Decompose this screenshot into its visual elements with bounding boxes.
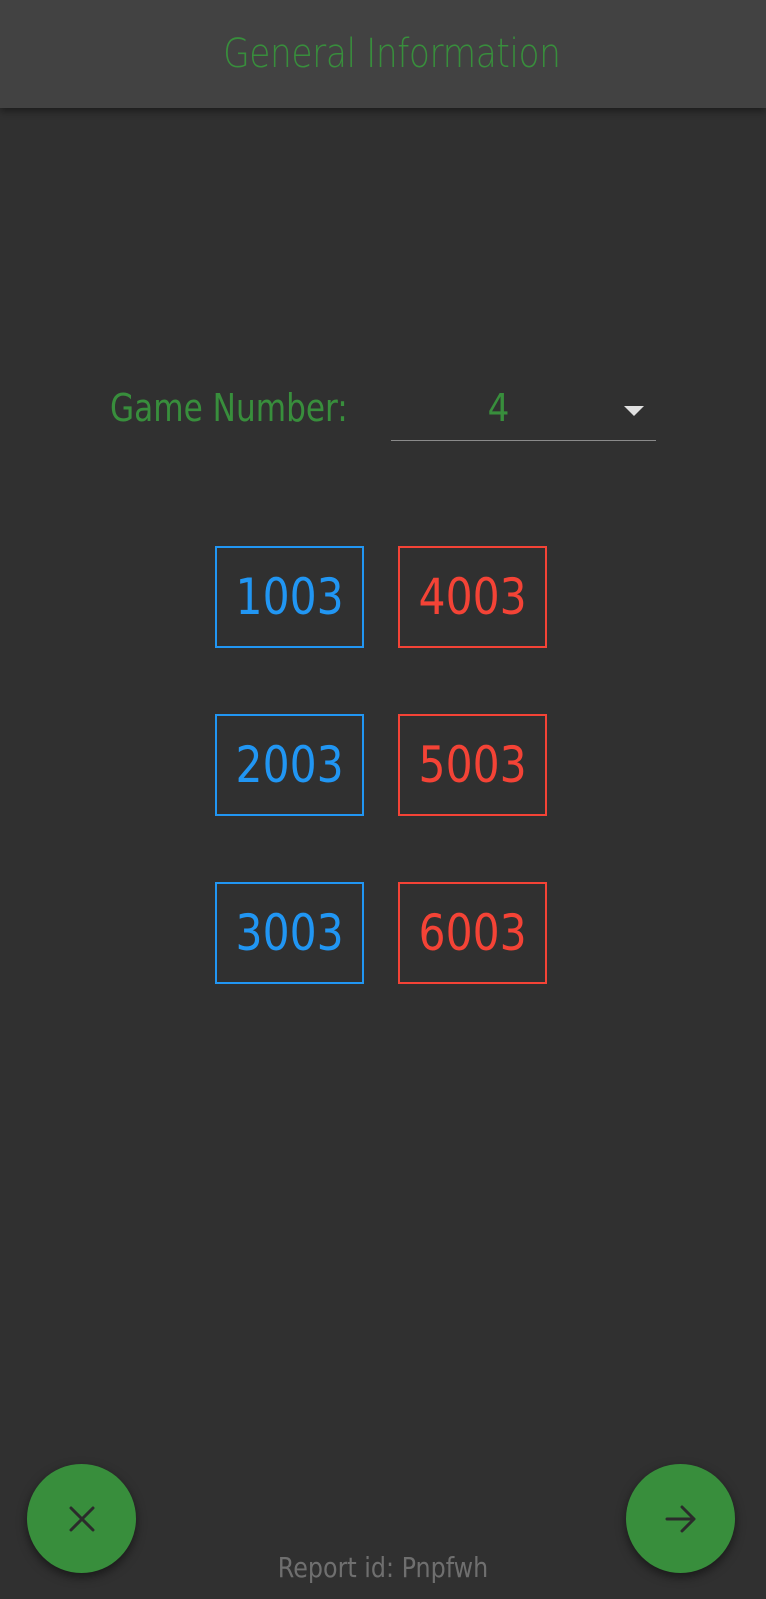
report-id: Report id: Pnpfwh bbox=[277, 1551, 489, 1584]
close-icon bbox=[69, 1506, 94, 1531]
red-team-3[interactable]: 6003 bbox=[398, 882, 547, 984]
red-team-1[interactable]: 4003 bbox=[398, 546, 547, 648]
blue-team-3[interactable]: 3003 bbox=[215, 882, 364, 984]
blue-team-2[interactable]: 2003 bbox=[215, 714, 364, 816]
blue-team-3-number: 3003 bbox=[235, 904, 344, 962]
blue-team-1-number: 1003 bbox=[235, 568, 344, 626]
game-number-row: Game Number: 4 bbox=[0, 380, 766, 441]
app-screen: General Information Game Number: 4 1003 … bbox=[0, 0, 766, 1599]
arrow-right-icon bbox=[665, 1505, 695, 1532]
page-title: General Information bbox=[222, 31, 561, 77]
red-team-2[interactable]: 5003 bbox=[398, 714, 547, 816]
red-team-1-number: 4003 bbox=[418, 568, 527, 626]
app-bar: General Information bbox=[0, 0, 766, 108]
blue-team-2-number: 2003 bbox=[235, 736, 344, 794]
red-team-3-number: 6003 bbox=[418, 904, 527, 962]
game-number-dropdown[interactable]: 4 bbox=[391, 380, 656, 441]
game-number-value: 4 bbox=[487, 386, 510, 430]
caret-down-icon bbox=[624, 406, 644, 416]
blue-team-1[interactable]: 1003 bbox=[215, 546, 364, 648]
red-team-2-number: 5003 bbox=[418, 736, 527, 794]
game-number-label: Game Number: bbox=[110, 386, 348, 430]
